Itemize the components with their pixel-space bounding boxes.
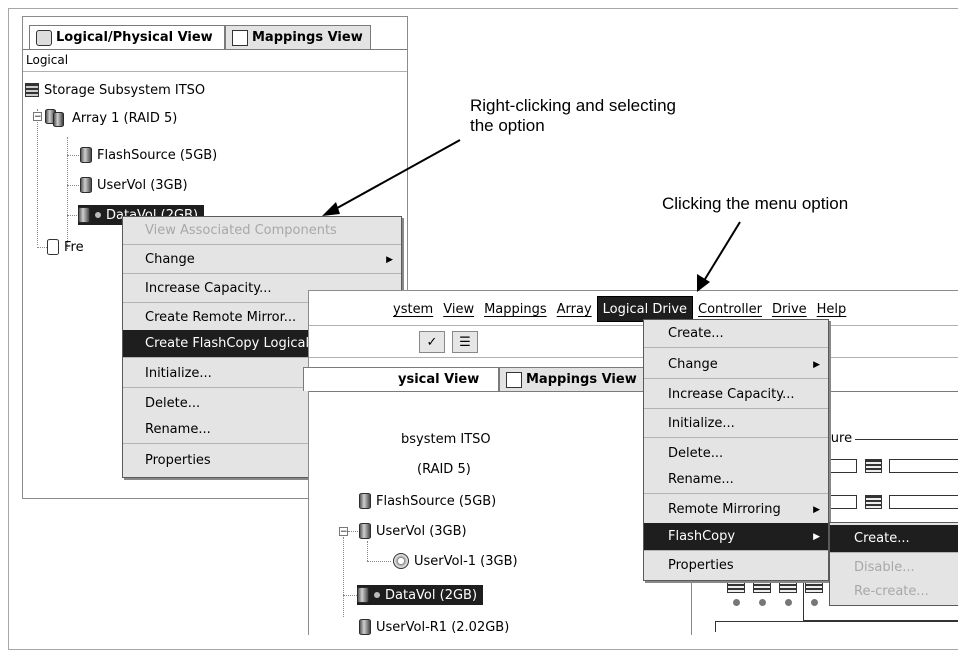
menu-system[interactable]: ystem [309,297,438,321]
menu-help[interactable]: Help [812,297,852,321]
submenu-arrow-icon: ▶ [386,254,393,265]
logical-drive-icon [80,147,92,163]
status-dot-icon [95,212,101,218]
submenu-arrow-icon: ▶ [813,504,820,515]
tree-item-array[interactable]: Array 1 (RAID 5) [45,108,177,128]
toolbar-button-1[interactable]: ✓ [419,331,445,353]
ld-menu-remote-mirroring[interactable]: Remote Mirroring ▶ [644,496,828,524]
annotation-menu-option: Clicking the menu option [662,194,849,213]
ld-menu-initialize[interactable]: Initialize... [644,410,828,438]
flashcopy-icon [393,553,409,569]
list-icon: ☰ [459,334,471,350]
drive-row-frame [715,621,958,632]
drive-bay [753,579,771,593]
ld-menu-increase-capacity[interactable]: Increase Capacity... [644,381,828,409]
uservol-expander[interactable]: − [339,527,348,537]
tree-item-uservol-right[interactable]: UserVol (3GB) [359,521,467,541]
ld-menu-flashcopy[interactable]: FlashCopy ▶ [644,523,828,551]
tree-item-flashsource[interactable]: FlashSource (5GB) [80,145,217,165]
drive-led [811,599,818,606]
tab-mappings[interactable]: Mappings View [225,25,371,49]
fc-menu-recreate[interactable]: Re-create... [830,577,958,605]
ld-menu-properties[interactable]: Properties [644,551,828,579]
logical-drive-icon [359,523,371,539]
menu-array[interactable]: Array [552,297,597,321]
storage-subsystem-icon [25,83,39,97]
ld-menu-change[interactable]: Change ▶ [644,351,828,379]
section-label-logical: Logical [26,53,69,67]
logical-drive-icon [359,619,371,635]
enclosure-slot [889,459,958,473]
tab-mappings-right[interactable]: Mappings View [499,367,645,391]
drive-led [785,599,792,606]
tree-item-datavol-right[interactable]: DataVol (2GB) [357,585,484,605]
tree-item-uservol-r1-right[interactable]: UserVol-R1 (2.02GB) [359,617,509,637]
menu-item-view-associated[interactable]: View Associated Components [123,217,401,245]
tree-item-flashsource-right[interactable]: FlashSource (5GB) [359,491,496,511]
drive-bay [727,579,745,593]
enclosure-button [865,495,882,509]
drive-bay [779,579,797,593]
menu-item-change[interactable]: Change ▶ [123,246,401,274]
logical-drive-menu: Create... Change ▶ Increase Capacity... I… [643,319,829,581]
drive-led [733,599,740,606]
tab-logical-physical-right[interactable]: ysical View [303,367,499,391]
menu-view[interactable]: View [438,297,479,321]
tree-item-free[interactable]: Fre [47,237,84,257]
free-capacity-icon [47,239,59,255]
logical-drive-icon [80,177,92,193]
tree-item-subsystem-right[interactable]: bsystem ITSO [401,429,491,449]
enclosure-button [865,459,882,473]
array-expander[interactable]: − [33,112,42,122]
array-icon [45,109,67,127]
fc-menu-create[interactable]: Create... [830,525,958,553]
mappings-icon [232,29,248,46]
tree-item-array-right[interactable]: (RAID 5) [417,459,471,479]
check-icon: ✓ [426,334,438,350]
submenu-arrow-icon: ▶ [813,359,820,370]
menu-controller[interactable]: Controller [693,297,767,321]
logical-drive-icon [78,207,90,223]
flashcopy-submenu: Create... Disable... Re-create... [829,522,958,606]
ld-menu-delete[interactable]: Delete... [644,439,828,467]
ld-menu-rename[interactable]: Rename... [644,466,828,494]
tree-item-subsystem[interactable]: Storage Subsystem ITSO [25,80,205,100]
logical-physical-icon [36,29,52,46]
logical-drive-icon [357,587,369,603]
logical-drive-icon [359,493,371,509]
status-dot-icon [374,592,380,598]
menu-drive[interactable]: Drive [767,297,812,321]
menubar: ystem View Mappings Array Logical Drive … [309,296,852,322]
drive-led [759,599,766,606]
tab-logical-physical[interactable]: Logical/Physical View [29,25,225,49]
toolbar-button-2[interactable]: ☰ [452,331,478,353]
enclosure-slot [889,495,958,509]
submenu-arrow-icon: ▶ [813,531,820,542]
tree-item-uservol[interactable]: UserVol (3GB) [80,175,188,195]
mappings-icon [506,371,522,388]
menu-mappings[interactable]: Mappings [479,297,552,321]
tree-item-uservol1-right[interactable]: UserVol-1 (3GB) [393,551,518,571]
drive-bay [805,579,823,593]
annotation-right-click: Right-clicking and selecting the option [470,96,676,135]
ld-menu-create[interactable]: Create... [644,320,828,348]
